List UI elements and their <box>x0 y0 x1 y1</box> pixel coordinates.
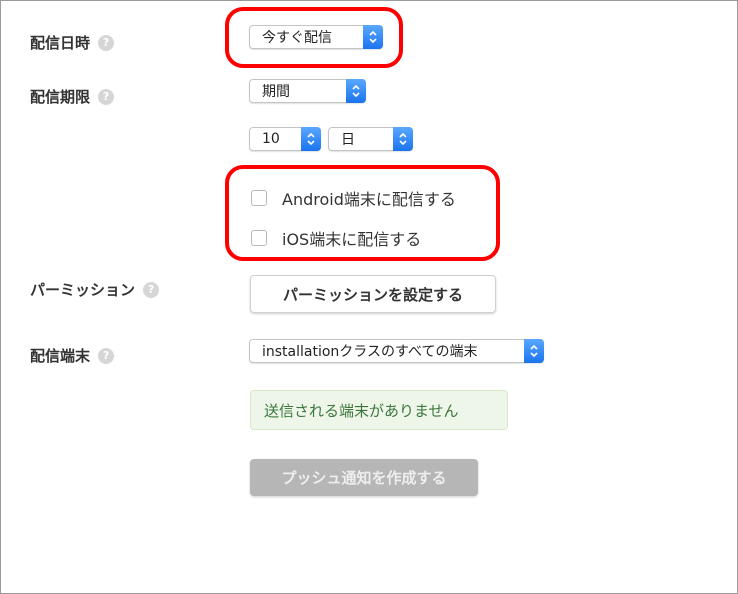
device-target-select[interactable]: installationクラスのすべての端末 <box>249 339 544 363</box>
question-circle-icon[interactable]: ? <box>98 347 115 364</box>
period-amount-select[interactable]: 10 <box>249 127 321 151</box>
delivery-datetime-label: 配信日時 ? <box>30 32 115 53</box>
period-unit-select-value: 日 <box>341 132 355 148</box>
question-circle-icon[interactable]: ? <box>98 34 115 51</box>
period-type-select-value: 期間 <box>262 84 290 100</box>
highlight-annotation <box>225 165 500 261</box>
question-circle-icon[interactable]: ? <box>143 281 160 298</box>
delivery-device-label-text: 配信端末 <box>30 347 91 365</box>
device-target-select-value: installationクラスのすべての端末 <box>262 344 478 360</box>
question-circle-icon[interactable]: ? <box>98 88 115 105</box>
permission-label-text: パーミッション <box>30 281 136 299</box>
set-permission-button[interactable]: パーミッションを設定する <box>250 275 496 313</box>
chevron-up-down-icon <box>393 127 413 151</box>
chevron-up-down-icon <box>524 339 544 363</box>
period-unit-select[interactable]: 日 <box>328 127 413 151</box>
period-amount-select-value: 10 <box>262 131 280 147</box>
permission-label: パーミッション ? <box>30 279 160 300</box>
delivery-period-label: 配信期限 ? <box>30 86 115 107</box>
delivery-datetime-label-text: 配信日時 <box>30 34 91 52</box>
delivery-device-label: 配信端末 ? <box>30 345 115 366</box>
period-type-select[interactable]: 期間 <box>249 79 366 103</box>
chevron-up-down-icon <box>346 79 366 103</box>
create-push-button[interactable]: プッシュ通知を作成する <box>250 459 478 496</box>
form-panel: 配信日時 ? 配信期限 ? パーミッション ? 配信端末 ? 今すぐ配信 期間 … <box>0 0 738 594</box>
chevron-up-down-icon <box>301 127 321 151</box>
highlight-annotation <box>225 7 403 68</box>
no-devices-alert: 送信される端末がありません <box>250 390 508 430</box>
delivery-period-label-text: 配信期限 <box>30 88 91 106</box>
